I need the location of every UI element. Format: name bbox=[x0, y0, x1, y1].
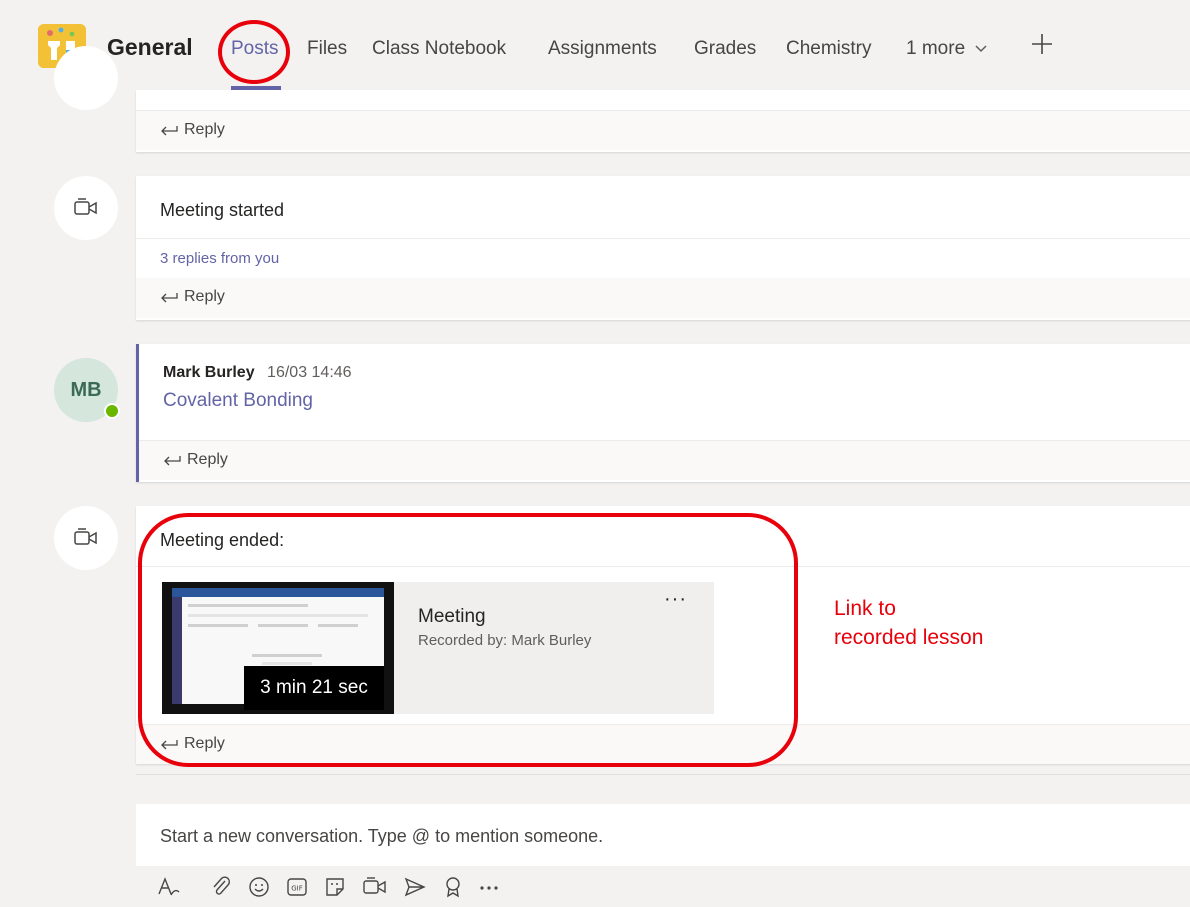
format-icon[interactable] bbox=[156, 874, 182, 900]
presence-available-icon bbox=[104, 403, 120, 419]
meeting-started-card: Meeting started 3 replies from you Reply bbox=[136, 176, 1190, 320]
post-icon bbox=[54, 46, 118, 110]
tab-class-notebook[interactable]: Class Notebook bbox=[372, 38, 506, 60]
chevron-down-icon[interactable] bbox=[974, 44, 988, 54]
reply-bar: Reply bbox=[139, 440, 1190, 480]
meeting-icon bbox=[54, 506, 118, 570]
channel-name: General bbox=[107, 34, 193, 60]
tab-files[interactable]: Files bbox=[307, 38, 347, 60]
tab-assignments[interactable]: Assignments bbox=[548, 38, 657, 60]
sticker-icon[interactable] bbox=[322, 874, 348, 900]
reply-button[interactable]: Reply bbox=[160, 121, 225, 139]
meet-now-icon[interactable] bbox=[362, 874, 388, 900]
replies-link[interactable]: 3 replies from you bbox=[160, 250, 279, 267]
divider bbox=[136, 774, 1190, 775]
post-timestamp: 16/03 14:46 bbox=[267, 364, 352, 381]
reply-button[interactable]: Reply bbox=[160, 288, 225, 306]
reply-label: Reply bbox=[187, 451, 228, 468]
gif-icon[interactable]: GIF bbox=[284, 874, 310, 900]
send-icon[interactable] bbox=[402, 874, 428, 900]
new-conversation-box[interactable]: Start a new conversation. Type @ to ment… bbox=[136, 804, 1190, 866]
message-card: Mark Burley 16/03 14:46 Covalent Bonding… bbox=[136, 344, 1190, 482]
reply-bar: Reply bbox=[136, 278, 1190, 318]
reply-button[interactable]: Reply bbox=[163, 451, 228, 469]
reply-icon bbox=[161, 293, 178, 303]
tab-chemistry[interactable]: Chemistry bbox=[786, 38, 872, 60]
more-options-icon[interactable] bbox=[476, 874, 502, 900]
channel-header: General Posts Files Class Notebook Assig… bbox=[0, 0, 1190, 90]
meeting-started-title: Meeting started bbox=[160, 200, 285, 220]
tab-grades[interactable]: Grades bbox=[694, 38, 756, 60]
video-camera-icon bbox=[74, 198, 97, 215]
attach-icon[interactable] bbox=[208, 874, 234, 900]
reply-icon bbox=[164, 456, 181, 466]
annotation-text: Link to recorded lesson bbox=[834, 597, 984, 649]
video-camera-icon bbox=[74, 528, 97, 545]
tab-more[interactable]: 1 more bbox=[906, 38, 965, 60]
reply-bar: Reply bbox=[136, 110, 1190, 150]
reply-label: Reply bbox=[184, 288, 225, 305]
meeting-icon bbox=[54, 176, 118, 240]
svg-text:GIF: GIF bbox=[291, 885, 303, 893]
add-tab-button[interactable] bbox=[1030, 32, 1054, 56]
covalent-bonding-link[interactable]: Covalent Bonding bbox=[163, 390, 313, 412]
author-name: Mark Burley bbox=[163, 364, 255, 381]
compose-placeholder[interactable]: Start a new conversation. Type @ to ment… bbox=[160, 826, 603, 847]
annotation-circle bbox=[218, 20, 290, 84]
emoji-icon[interactable] bbox=[246, 874, 272, 900]
post-card: Reply bbox=[136, 90, 1190, 152]
reply-icon bbox=[161, 126, 178, 136]
praise-icon[interactable] bbox=[440, 874, 466, 900]
reply-label: Reply bbox=[184, 121, 225, 138]
annotation-box bbox=[138, 513, 798, 767]
author-line: Mark Burley 16/03 14:46 bbox=[163, 364, 352, 382]
